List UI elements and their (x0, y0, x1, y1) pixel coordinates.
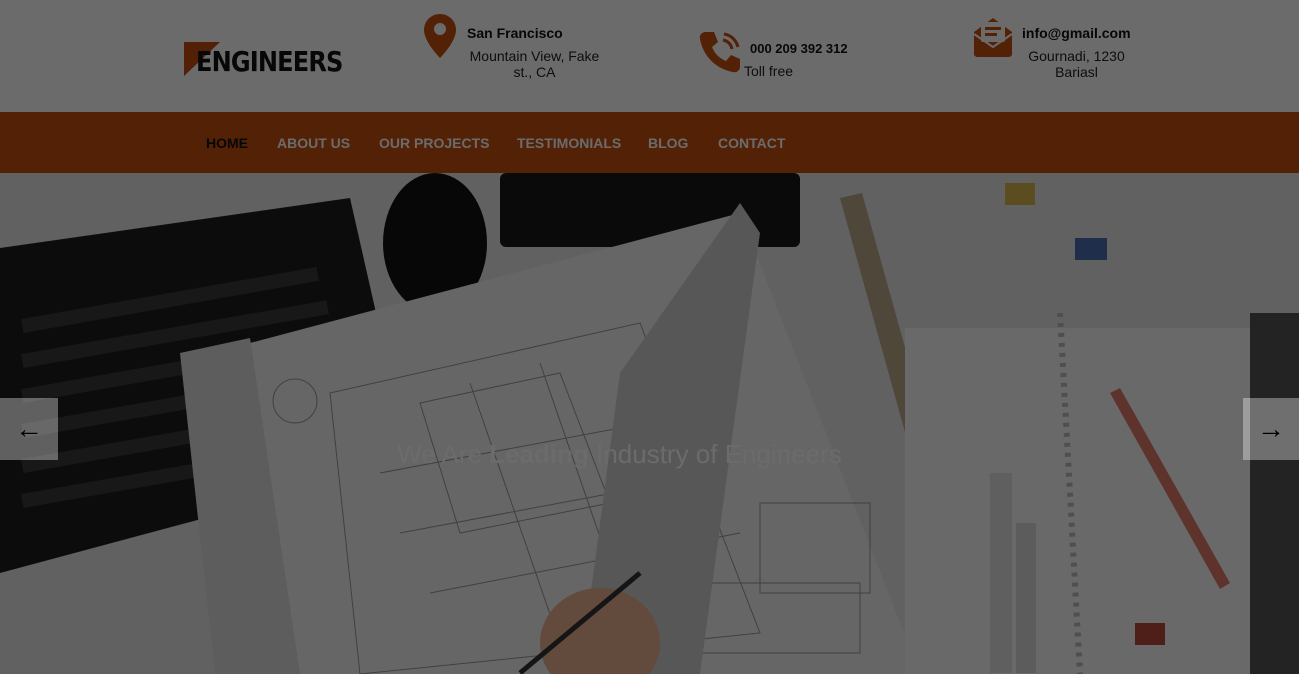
hero-headline-post: Industry of Engineers (588, 439, 842, 469)
envelope-icon (973, 18, 1013, 57)
arrow-left-icon: ← (15, 413, 43, 444)
map-pin-icon (424, 14, 456, 58)
nav-blog[interactable]: BLOG (648, 135, 688, 151)
location-line-2: st., CA (513, 64, 556, 80)
location-address: Mountain View, Fake st., CA (467, 48, 602, 80)
nav-contact[interactable]: CONTACT (718, 135, 785, 151)
site-logo[interactable]: ENGINEERS (184, 42, 344, 78)
hero-background-image (0, 173, 1299, 674)
contact-phone: 000 209 392 312 Toll free (698, 14, 868, 84)
hero-headline: We Are Leading Industry of Engineers (0, 439, 1239, 470)
nav-our-projects[interactable]: OUR PROJECTS (379, 135, 489, 151)
slider-next-button[interactable]: → (1243, 398, 1299, 460)
slider-prev-button[interactable]: ← (0, 398, 58, 460)
hero-headline-pre: We Are (397, 439, 490, 469)
hero-slider: We Are Leading Industry of Engineers (0, 173, 1299, 674)
hero-headline-bold: Leading (489, 439, 589, 469)
email-line-2: Bariasl (1055, 64, 1098, 80)
contact-email: info@gmail.com Gournadi, 1230 Bariasl (972, 14, 1142, 84)
phone-number[interactable]: 000 209 392 312 (750, 41, 848, 56)
location-title: San Francisco (467, 25, 563, 41)
logo-text: ENGINEERS (196, 45, 343, 78)
phone-note: Toll free (744, 63, 794, 79)
nav-testimonials[interactable]: TESTIMONIALS (517, 135, 621, 151)
header-top-bar: ENGINEERS San Francisco Mountain View, F… (0, 0, 1299, 112)
email-location: Gournadi, 1230 Bariasl (1024, 48, 1129, 80)
email-address[interactable]: info@gmail.com (1022, 25, 1131, 41)
location-line-1: Mountain View, Fake (469, 48, 600, 64)
nav-home[interactable]: HOME (206, 135, 248, 151)
arrow-right-icon: → (1257, 413, 1285, 444)
phone-icon (699, 32, 740, 73)
nav-about-us[interactable]: ABOUT US (277, 135, 350, 151)
email-line-1: Gournadi, 1230 (1028, 48, 1125, 64)
contact-location: San Francisco Mountain View, Fake st., C… (424, 14, 614, 84)
main-nav: HOME ABOUT US OUR PROJECTS TESTIMONIALS … (0, 112, 1299, 173)
